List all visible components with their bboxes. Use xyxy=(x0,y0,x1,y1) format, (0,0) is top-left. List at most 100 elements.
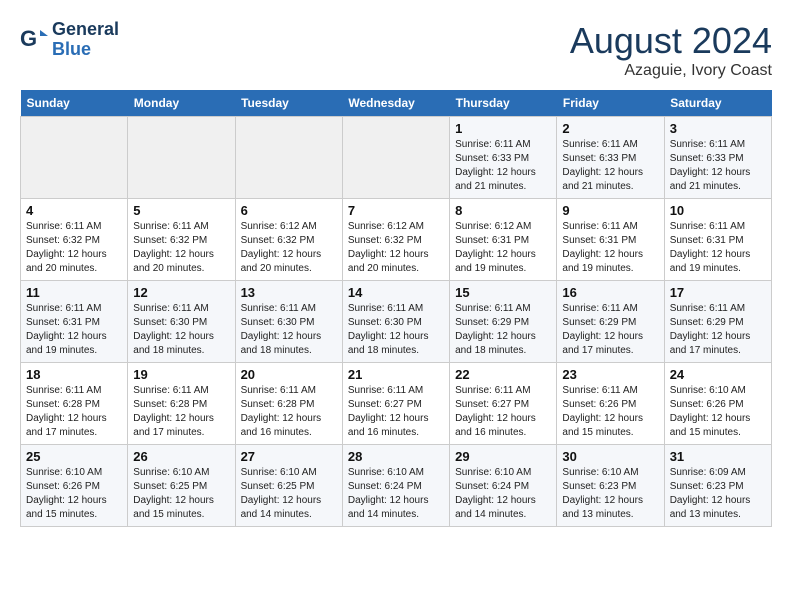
weekday-header-row: SundayMondayTuesdayWednesdayThursdayFrid… xyxy=(21,90,772,117)
day-number: 20 xyxy=(241,367,337,382)
day-info: Sunrise: 6:11 AM Sunset: 6:33 PM Dayligh… xyxy=(670,138,766,194)
week-row-3: 11 Sunrise: 6:11 AM Sunset: 6:31 PM Dayli… xyxy=(21,281,772,363)
svg-text:G: G xyxy=(20,26,37,51)
calendar-cell: 11 Sunrise: 6:11 AM Sunset: 6:31 PM Dayli… xyxy=(21,281,128,363)
day-info: Sunrise: 6:10 AM Sunset: 6:25 PM Dayligh… xyxy=(241,466,337,522)
day-number: 17 xyxy=(670,285,766,300)
day-number: 23 xyxy=(562,367,658,382)
weekday-header-thursday: Thursday xyxy=(450,90,557,117)
day-number: 28 xyxy=(348,449,444,464)
day-info: Sunrise: 6:12 AM Sunset: 6:32 PM Dayligh… xyxy=(241,220,337,276)
calendar-cell: 12 Sunrise: 6:11 AM Sunset: 6:30 PM Dayli… xyxy=(128,281,235,363)
day-info: Sunrise: 6:11 AM Sunset: 6:27 PM Dayligh… xyxy=(455,384,551,440)
day-number: 22 xyxy=(455,367,551,382)
calendar-cell: 23 Sunrise: 6:11 AM Sunset: 6:26 PM Dayli… xyxy=(557,363,664,445)
day-number: 16 xyxy=(562,285,658,300)
day-number: 10 xyxy=(670,203,766,218)
day-number: 9 xyxy=(562,203,658,218)
day-info: Sunrise: 6:11 AM Sunset: 6:30 PM Dayligh… xyxy=(241,302,337,358)
day-info: Sunrise: 6:11 AM Sunset: 6:28 PM Dayligh… xyxy=(26,384,122,440)
calendar-cell: 20 Sunrise: 6:11 AM Sunset: 6:28 PM Dayli… xyxy=(235,363,342,445)
day-number: 31 xyxy=(670,449,766,464)
calendar-cell: 26 Sunrise: 6:10 AM Sunset: 6:25 PM Dayli… xyxy=(128,445,235,527)
day-info: Sunrise: 6:10 AM Sunset: 6:26 PM Dayligh… xyxy=(670,384,766,440)
day-info: Sunrise: 6:11 AM Sunset: 6:29 PM Dayligh… xyxy=(562,302,658,358)
calendar-cell: 6 Sunrise: 6:12 AM Sunset: 6:32 PM Daylig… xyxy=(235,199,342,281)
day-info: Sunrise: 6:11 AM Sunset: 6:28 PM Dayligh… xyxy=(241,384,337,440)
day-info: Sunrise: 6:11 AM Sunset: 6:29 PM Dayligh… xyxy=(455,302,551,358)
day-info: Sunrise: 6:11 AM Sunset: 6:27 PM Dayligh… xyxy=(348,384,444,440)
day-number: 8 xyxy=(455,203,551,218)
calendar-cell: 24 Sunrise: 6:10 AM Sunset: 6:26 PM Dayli… xyxy=(664,363,771,445)
page-header: G General Blue August 2024 Azaguie, Ivor… xyxy=(20,20,772,80)
calendar-cell: 25 Sunrise: 6:10 AM Sunset: 6:26 PM Dayli… xyxy=(21,445,128,527)
day-number: 14 xyxy=(348,285,444,300)
day-number: 27 xyxy=(241,449,337,464)
day-info: Sunrise: 6:11 AM Sunset: 6:30 PM Dayligh… xyxy=(133,302,229,358)
week-row-2: 4Sunrise: 6:11 AM Sunset: 6:32 PM Daylig… xyxy=(21,199,772,281)
day-number: 12 xyxy=(133,285,229,300)
weekday-header-sunday: Sunday xyxy=(21,90,128,117)
calendar-cell: 27 Sunrise: 6:10 AM Sunset: 6:25 PM Dayli… xyxy=(235,445,342,527)
calendar-cell: 3 Sunrise: 6:11 AM Sunset: 6:33 PM Daylig… xyxy=(664,117,771,199)
day-info: Sunrise: 6:10 AM Sunset: 6:24 PM Dayligh… xyxy=(348,466,444,522)
day-number: 7 xyxy=(348,203,444,218)
day-number: 15 xyxy=(455,285,551,300)
calendar-cell: 28 Sunrise: 6:10 AM Sunset: 6:24 PM Dayli… xyxy=(342,445,449,527)
day-info: Sunrise: 6:11 AM Sunset: 6:31 PM Dayligh… xyxy=(26,302,122,358)
calendar-cell xyxy=(342,117,449,199)
calendar-cell: 22 Sunrise: 6:11 AM Sunset: 6:27 PM Dayli… xyxy=(450,363,557,445)
calendar-cell: 16 Sunrise: 6:11 AM Sunset: 6:29 PM Dayli… xyxy=(557,281,664,363)
weekday-header-monday: Monday xyxy=(128,90,235,117)
day-number: 26 xyxy=(133,449,229,464)
calendar-cell: 4Sunrise: 6:11 AM Sunset: 6:32 PM Daylig… xyxy=(21,199,128,281)
calendar-cell: 7Sunrise: 6:12 AM Sunset: 6:32 PM Daylig… xyxy=(342,199,449,281)
day-info: Sunrise: 6:11 AM Sunset: 6:31 PM Dayligh… xyxy=(670,220,766,276)
weekday-header-friday: Friday xyxy=(557,90,664,117)
calendar-cell: 13 Sunrise: 6:11 AM Sunset: 6:30 PM Dayli… xyxy=(235,281,342,363)
calendar-table: SundayMondayTuesdayWednesdayThursdayFrid… xyxy=(20,90,772,527)
calendar-body: 1 Sunrise: 6:11 AM Sunset: 6:33 PM Daylig… xyxy=(21,117,772,527)
logo-icon: G xyxy=(20,26,48,54)
day-info: Sunrise: 6:11 AM Sunset: 6:26 PM Dayligh… xyxy=(562,384,658,440)
calendar-cell: 1Sunrise: 6:11 AM Sunset: 6:33 PM Daylig… xyxy=(450,117,557,199)
calendar-cell xyxy=(21,117,128,199)
calendar-cell: 19Sunrise: 6:11 AM Sunset: 6:28 PM Dayli… xyxy=(128,363,235,445)
title-block: August 2024 Azaguie, Ivory Coast xyxy=(570,20,772,80)
weekday-header-wednesday: Wednesday xyxy=(342,90,449,117)
day-number: 6 xyxy=(241,203,337,218)
logo-general: General xyxy=(52,20,119,40)
day-info: Sunrise: 6:12 AM Sunset: 6:31 PM Dayligh… xyxy=(455,220,551,276)
week-row-5: 25 Sunrise: 6:10 AM Sunset: 6:26 PM Dayli… xyxy=(21,445,772,527)
calendar-cell xyxy=(128,117,235,199)
calendar-cell: 17Sunrise: 6:11 AM Sunset: 6:29 PM Dayli… xyxy=(664,281,771,363)
calendar-cell: 21Sunrise: 6:11 AM Sunset: 6:27 PM Dayli… xyxy=(342,363,449,445)
day-number: 13 xyxy=(241,285,337,300)
calendar-cell: 8 Sunrise: 6:12 AM Sunset: 6:31 PM Daylig… xyxy=(450,199,557,281)
calendar-cell: 14 Sunrise: 6:11 AM Sunset: 6:30 PM Dayli… xyxy=(342,281,449,363)
calendar-cell: 2 Sunrise: 6:11 AM Sunset: 6:33 PM Daylig… xyxy=(557,117,664,199)
day-number: 5 xyxy=(133,203,229,218)
calendar-cell: 18 Sunrise: 6:11 AM Sunset: 6:28 PM Dayli… xyxy=(21,363,128,445)
day-info: Sunrise: 6:10 AM Sunset: 6:26 PM Dayligh… xyxy=(26,466,122,522)
day-number: 25 xyxy=(26,449,122,464)
calendar-cell: 5Sunrise: 6:11 AM Sunset: 6:32 PM Daylig… xyxy=(128,199,235,281)
week-row-4: 18 Sunrise: 6:11 AM Sunset: 6:28 PM Dayli… xyxy=(21,363,772,445)
day-number: 1 xyxy=(455,121,551,136)
day-info: Sunrise: 6:10 AM Sunset: 6:25 PM Dayligh… xyxy=(133,466,229,522)
calendar-cell: 31 Sunrise: 6:09 AM Sunset: 6:23 PM Dayli… xyxy=(664,445,771,527)
day-number: 11 xyxy=(26,285,122,300)
day-info: Sunrise: 6:11 AM Sunset: 6:31 PM Dayligh… xyxy=(562,220,658,276)
week-row-1: 1 Sunrise: 6:11 AM Sunset: 6:33 PM Daylig… xyxy=(21,117,772,199)
day-number: 24 xyxy=(670,367,766,382)
day-info: Sunrise: 6:11 AM Sunset: 6:30 PM Dayligh… xyxy=(348,302,444,358)
day-number: 18 xyxy=(26,367,122,382)
day-info: Sunrise: 6:10 AM Sunset: 6:23 PM Dayligh… xyxy=(562,466,658,522)
day-info: Sunrise: 6:09 AM Sunset: 6:23 PM Dayligh… xyxy=(670,466,766,522)
day-number: 3 xyxy=(670,121,766,136)
day-number: 4 xyxy=(26,203,122,218)
day-info: Sunrise: 6:11 AM Sunset: 6:33 PM Dayligh… xyxy=(562,138,658,194)
day-number: 2 xyxy=(562,121,658,136)
calendar-cell: 30Sunrise: 6:10 AM Sunset: 6:23 PM Dayli… xyxy=(557,445,664,527)
calendar-cell: 15 Sunrise: 6:11 AM Sunset: 6:29 PM Dayli… xyxy=(450,281,557,363)
